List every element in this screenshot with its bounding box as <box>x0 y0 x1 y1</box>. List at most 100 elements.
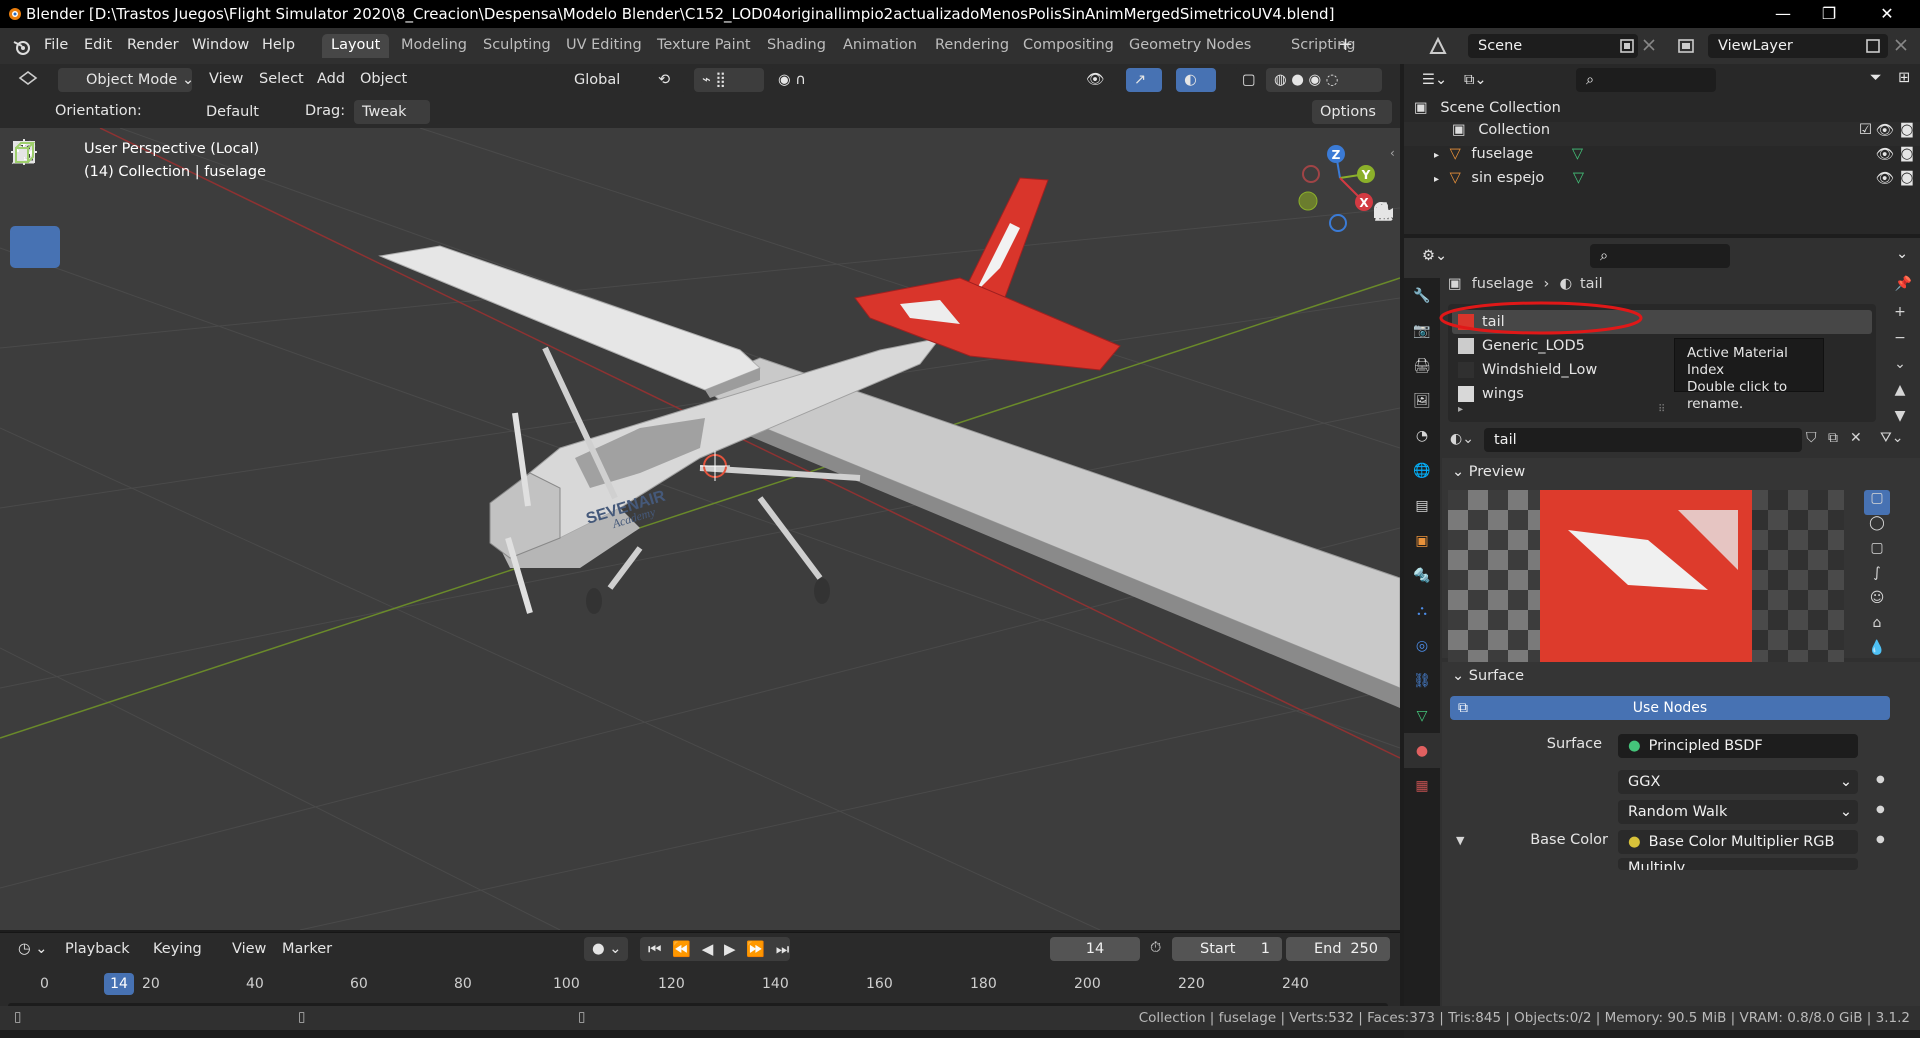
properties-search-input[interactable]: ⌕ <box>1590 244 1730 268</box>
expand-arrow-icon[interactable]: ▸ <box>1458 404 1463 415</box>
preview-cloth-icon[interactable]: ⌂ <box>1864 615 1890 640</box>
outliner-item-sin-espejo[interactable]: ▸ ▽ sin espejo ▽ 👁 ◙ <box>1404 170 1920 194</box>
properties-options-icon[interactable]: ⌄ <box>1896 246 1908 262</box>
menu-playback[interactable]: Playback <box>65 941 130 957</box>
slot-specials-button[interactable]: ⌄ <box>1888 356 1912 382</box>
overlays-toggle-button[interactable]: ◐ <box>1176 68 1216 92</box>
end-frame-field[interactable]: End 250 <box>1286 937 1390 961</box>
particles-tab-icon[interactable]: ⛬ <box>1404 593 1440 628</box>
pin-icon[interactable]: 📌 <box>1895 276 1912 292</box>
pan-hand-icon[interactable] <box>1372 205 1400 272</box>
menu-window[interactable]: Window <box>192 37 249 53</box>
menu-object[interactable]: Object <box>360 71 407 87</box>
tab-texture-paint[interactable]: Texture Paint <box>648 34 760 58</box>
tab-rendering[interactable]: Rendering <box>926 34 1018 58</box>
orientation-dropdown[interactable]: Default <box>176 100 296 124</box>
tool-transform[interactable] <box>10 141 60 400</box>
proportional-edit-button[interactable]: ◉ ∩ <box>770 68 830 92</box>
resize-handle-icon[interactable]: ⠿ <box>1658 404 1665 415</box>
surface-panel-header[interactable]: ⌄ Surface <box>1452 668 1524 684</box>
data-tab-icon[interactable]: ▽ <box>1404 698 1440 733</box>
eye-icon[interactable]: 👁 <box>1876 146 1894 163</box>
editor-type-button[interactable] <box>8 68 48 92</box>
unlink-material-icon[interactable]: ✕ <box>1850 430 1862 446</box>
camera-render-icon[interactable]: ◙ <box>1900 170 1914 186</box>
base-color-field[interactable]: ● Base Color Multiplier RGB <box>1618 830 1858 854</box>
tab-uv-editing[interactable]: UV Editing <box>557 34 651 58</box>
scene-tab-icon[interactable]: ◔ <box>1404 418 1440 453</box>
menu-marker[interactable]: Marker <box>282 941 332 957</box>
new-view-layer-icon[interactable] <box>1864 37 1882 55</box>
modifier-tab-icon[interactable]: 🔩 <box>1404 558 1440 593</box>
blender-menu-icon[interactable] <box>12 38 32 56</box>
physics-tab-icon[interactable]: ◎ <box>1404 628 1440 663</box>
eye-icon[interactable]: 👁 <box>1876 122 1894 139</box>
menu-keying[interactable]: Keying <box>153 941 202 957</box>
mode-dropdown[interactable]: Object Mode ⌄ <box>58 68 194 92</box>
pivot-point-button[interactable]: ⟲ <box>650 68 686 92</box>
outliner-search-input[interactable]: ⌕ <box>1576 68 1716 92</box>
outliner-item-fuselage[interactable]: ▸ ▽ fuselage ▽ 👁 ◙ <box>1404 146 1920 170</box>
menu-file[interactable]: File <box>44 37 68 53</box>
current-frame-field[interactable]: 14 <box>1050 937 1140 961</box>
navigation-gizmo[interactable]: Z Y X <box>1298 145 1375 232</box>
distribution-dropdown[interactable]: GGX ⌄ <box>1618 770 1858 794</box>
sidebar-toggle-icon[interactable]: ‹ <box>1390 146 1395 160</box>
material-tab-icon[interactable]: ● <box>1404 733 1440 768</box>
minimize-button[interactable]: — <box>1760 0 1806 28</box>
maximize-button[interactable]: ❐ <box>1806 0 1852 28</box>
tab-modeling[interactable]: Modeling <box>392 34 476 58</box>
object-tab-icon[interactable]: ▣ <box>1404 523 1440 558</box>
eye-icon[interactable]: 👁 <box>1876 170 1894 187</box>
tab-animation[interactable]: Animation <box>834 34 926 58</box>
expand-arrow-icon[interactable]: ▼ <box>1456 834 1464 847</box>
output-tab-icon[interactable]: 🖨 <box>1404 348 1440 383</box>
add-workspace-button[interactable]: + <box>1338 34 1353 55</box>
transform-orientation-dropdown[interactable]: Global <box>544 68 644 92</box>
view-layer-tab-icon[interactable]: 🖼 <box>1404 383 1440 418</box>
start-frame-field[interactable]: Start 1 <box>1172 937 1282 961</box>
xray-button[interactable]: ▢ <box>1234 68 1262 92</box>
menu-edit[interactable]: Edit <box>84 37 112 53</box>
gizmo-toggle-button[interactable]: ↗ <box>1126 68 1162 92</box>
new-collection-icon[interactable]: ⊞ <box>1898 70 1910 86</box>
snap-button[interactable]: ⌁ ⣿ <box>694 68 764 92</box>
surface-shader-field[interactable]: ● Principled BSDF <box>1618 734 1858 758</box>
tab-layout[interactable]: Layout <box>322 34 390 58</box>
menu-render[interactable]: Render <box>127 37 179 53</box>
visibility-button[interactable]: 👁 <box>1078 68 1114 92</box>
use-nodes-button[interactable]: ⧉ Use Nodes <box>1450 696 1890 720</box>
preview-cube-icon[interactable]: ▢ <box>1864 540 1890 565</box>
preview-hair-icon[interactable]: ∫ <box>1864 565 1890 590</box>
new-scene-icon[interactable] <box>1618 37 1636 55</box>
preview-sphere-icon[interactable]: ◯ <box>1864 515 1890 540</box>
tool-measure[interactable] <box>10 142 60 488</box>
remove-slot-button[interactable]: − <box>1888 330 1912 356</box>
timeline-editor-type[interactable]: ◷ ⌄ <box>10 937 50 961</box>
camera-render-icon[interactable]: ◙ <box>1900 122 1914 138</box>
scene-field[interactable]: Scene <box>1468 34 1638 58</box>
menu-help[interactable]: Help <box>262 37 295 53</box>
material-browse-icon[interactable]: ◐⌄ <box>1450 431 1474 447</box>
display-mode-dropdown[interactable]: ⧉⌄ <box>1456 68 1492 92</box>
material-link-icon[interactable]: ⛛⌄ <box>1880 430 1904 446</box>
perspective-grid-icon[interactable] <box>1372 202 1400 344</box>
filter-icon[interactable]: ⏷ <box>1870 70 1882 86</box>
close-button[interactable]: ✕ <box>1864 0 1910 28</box>
outliner-collection[interactable]: ▣ Collection ☑ 👁 ◙ <box>1404 122 1920 146</box>
tool-move[interactable] <box>10 140 60 268</box>
camera-render-icon[interactable]: ◙ <box>1900 146 1914 162</box>
constraints-tab-icon[interactable]: ⛓ <box>1404 663 1440 698</box>
expand-arrow-icon[interactable]: ▸ <box>1434 150 1439 161</box>
menu-add[interactable]: Add <box>317 71 345 87</box>
move-slot-up-button[interactable]: ▲ <box>1888 382 1912 408</box>
tab-geometry-nodes[interactable]: Geometry Nodes <box>1120 34 1260 58</box>
preview-panel-header[interactable]: ⌄ Preview <box>1452 464 1525 480</box>
tool-add-cube[interactable] <box>10 142 60 532</box>
texture-tab-icon[interactable]: ▦ <box>1404 768 1440 803</box>
tab-shading[interactable]: Shading <box>758 34 835 58</box>
3d-viewport[interactable]: SEVENAIR Academy Z Y X User Perspective … <box>0 128 1400 930</box>
menu-view[interactable]: View <box>209 71 243 87</box>
expand-arrow-icon[interactable]: ▸ <box>1434 174 1439 185</box>
outliner-scene-collection[interactable]: ▣ Scene Collection <box>1414 100 1914 124</box>
